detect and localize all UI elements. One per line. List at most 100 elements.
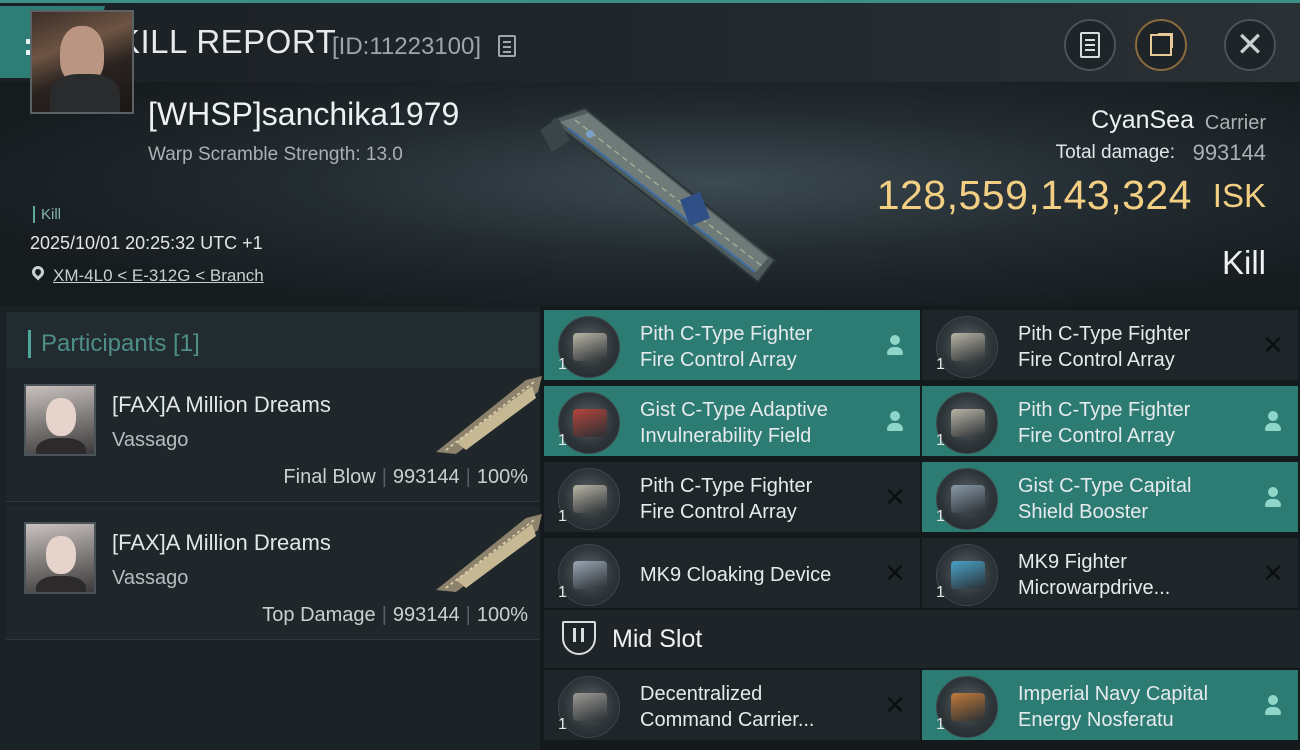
module-quantity: 1 [936, 716, 945, 733]
close-button[interactable]: ✕ [1224, 19, 1276, 71]
warp-scramble-strength: Warp Scramble Strength: 13.0 [148, 144, 403, 165]
module-name: Pith C-Type Fighter Fire Control Array [640, 473, 880, 525]
module-icon-art [573, 333, 607, 361]
location-link[interactable]: XM-4L0 < E-312G < Branch [53, 266, 264, 286]
dropped-person-icon [1262, 486, 1284, 508]
module-item[interactable]: 1 Gist C-Type Capital Shield Booster [922, 460, 1298, 532]
module-item[interactable]: 1 Pith C-Type Fighter Fire Control Array [922, 384, 1298, 456]
victim-portrait[interactable] [30, 10, 134, 114]
module-name: MK9 Fighter Microwarpdrive... [1018, 549, 1258, 601]
clipboard-button[interactable] [1064, 19, 1116, 71]
module-item[interactable]: 1 MK9 Cloaking Device ✕ [544, 536, 920, 608]
participant-card[interactable]: [FAX]A Million Dreams Vassago Final Blow… [6, 368, 542, 502]
isk-value: 128,559,143,324 [876, 172, 1192, 218]
dropped-person-icon [1262, 694, 1284, 716]
participant-portrait[interactable] [24, 522, 96, 594]
module-icon-art [573, 693, 607, 721]
destroyed-x-icon: ✕ [1262, 330, 1284, 360]
module-name-line2: Invulnerability Field [640, 425, 812, 447]
module-name: Gist C-Type Adaptive Invulnerability Fiel… [640, 397, 880, 449]
participant-ship-image [436, 376, 542, 454]
share-button[interactable] [1135, 19, 1187, 71]
module-quantity: 1 [558, 508, 567, 525]
module-name-line2: Fire Control Array [640, 501, 797, 523]
module-quantity: 1 [558, 716, 567, 733]
module-quantity: 1 [558, 356, 567, 373]
destroyed-x-icon: ✕ [884, 558, 906, 588]
participant-stats: Final Blow | 993144 | 100% [283, 466, 528, 488]
module-item[interactable]: 1 Gist C-Type Adaptive Invulnerability Fie… [544, 384, 920, 456]
mid-slot-header: Mid Slot [544, 610, 1300, 668]
participant-name: [FAX]A Million Dreams [112, 530, 331, 555]
module-item[interactable]: 1 Imperial Navy Capital Energy Nosferatu [922, 668, 1298, 740]
module-icon-art [951, 693, 985, 721]
kill-datetime: 2025/10/01 20:25:32 UTC +1 [30, 233, 263, 253]
module-name: MK9 Cloaking Device [640, 562, 880, 588]
clipboard-icon [1080, 32, 1100, 58]
module-name-line2: Shield Booster [1018, 501, 1149, 523]
module-name-line1: Pith C-Type Fighter [1018, 399, 1191, 421]
module-name-line2: Command Carrier... [640, 709, 815, 731]
fighter-fire-control-icon [936, 392, 998, 454]
module-name: Decentralized Command Carrier... [640, 681, 880, 733]
module-quantity: 1 [936, 508, 945, 525]
module-item[interactable]: 1 MK9 Fighter Microwarpdrive... ✕ [922, 536, 1298, 608]
module-name-line1: Decentralized [640, 683, 763, 705]
module-icon-art [573, 485, 607, 513]
total-damage-label: Total damage: [1055, 142, 1175, 163]
participant-percent: 100% [476, 604, 528, 626]
victim-pilot-name[interactable]: [WHSP]sanchika1979 [148, 96, 459, 133]
module-name-line2: Microwarpdrive... [1018, 577, 1171, 599]
participant-portrait[interactable] [24, 384, 96, 456]
module-item[interactable]: 1 Pith C-Type Fighter Fire Control Array [544, 308, 920, 380]
mid-slot-icon [562, 621, 596, 655]
mid-slot-label: Mid Slot [612, 625, 703, 653]
module-item[interactable]: 1 Pith C-Type Fighter Fire Control Array ✕ [544, 460, 920, 532]
participant-damage: 993144 [392, 604, 460, 626]
participant-damage: 993144 [392, 466, 460, 488]
dropped-person-icon [1262, 410, 1284, 432]
module-name-line1: Imperial Navy Capital [1018, 683, 1209, 705]
module-name-line1: MK9 Cloaking Device [640, 564, 832, 586]
module-icon-art [951, 333, 985, 361]
title-bar: KILL REPORT [ID:11223100] ✕ [0, 0, 1300, 82]
module-name-line2: Fire Control Array [1018, 349, 1175, 371]
destroyed-x-icon: ✕ [884, 690, 906, 720]
fighter-fire-control-icon [558, 468, 620, 530]
victim-ship-image [540, 106, 777, 284]
module-name: Pith C-Type Fighter Fire Control Array [640, 321, 880, 373]
participant-name: [FAX]A Million Dreams [112, 392, 331, 417]
dropped-person-icon [884, 334, 906, 356]
fighter-fire-control-icon [936, 316, 998, 378]
total-damage-value: 993144 [1192, 140, 1266, 165]
module-name-line1: Gist C-Type Adaptive [640, 399, 828, 421]
copy-icon[interactable] [498, 35, 516, 57]
module-item[interactable]: 1 Pith C-Type Fighter Fire Control Array ✕ [922, 308, 1298, 380]
participant-ship-image [436, 514, 542, 592]
victim-ship-class: Carrier [1204, 112, 1266, 134]
module-name: Gist C-Type Capital Shield Booster [1018, 473, 1258, 525]
share-icon [1150, 33, 1173, 56]
shield-booster-icon [936, 468, 998, 530]
invulnerability-shield-icon [558, 392, 620, 454]
destroyed-x-icon: ✕ [1262, 558, 1284, 588]
module-name-line1: MK9 Fighter [1018, 551, 1127, 573]
module-quantity: 1 [936, 584, 945, 601]
module-name-line2: Energy Nosferatu [1018, 709, 1174, 731]
participant-ship: Vassago [112, 567, 189, 589]
module-name-line2: Fire Control Array [1018, 425, 1175, 447]
module-quantity: 1 [936, 432, 945, 449]
module-name-line1: Pith C-Type Fighter [640, 475, 813, 497]
module-icon-art [573, 561, 607, 589]
module-quantity: 1 [558, 432, 567, 449]
module-name-line1: Gist C-Type Capital [1018, 475, 1192, 497]
module-item[interactable]: 1 Decentralized Command Carrier... ✕ [544, 668, 920, 740]
module-quantity: 1 [558, 584, 567, 601]
module-icon-art [951, 409, 985, 437]
module-quantity: 1 [936, 356, 945, 373]
report-id: [ID:11223100] [332, 33, 482, 60]
module-icon-art [951, 485, 985, 513]
module-name-line1: Pith C-Type Fighter [1018, 323, 1191, 345]
command-module-icon [558, 676, 620, 738]
participant-card[interactable]: [FAX]A Million Dreams Vassago Top Damage… [6, 506, 542, 640]
